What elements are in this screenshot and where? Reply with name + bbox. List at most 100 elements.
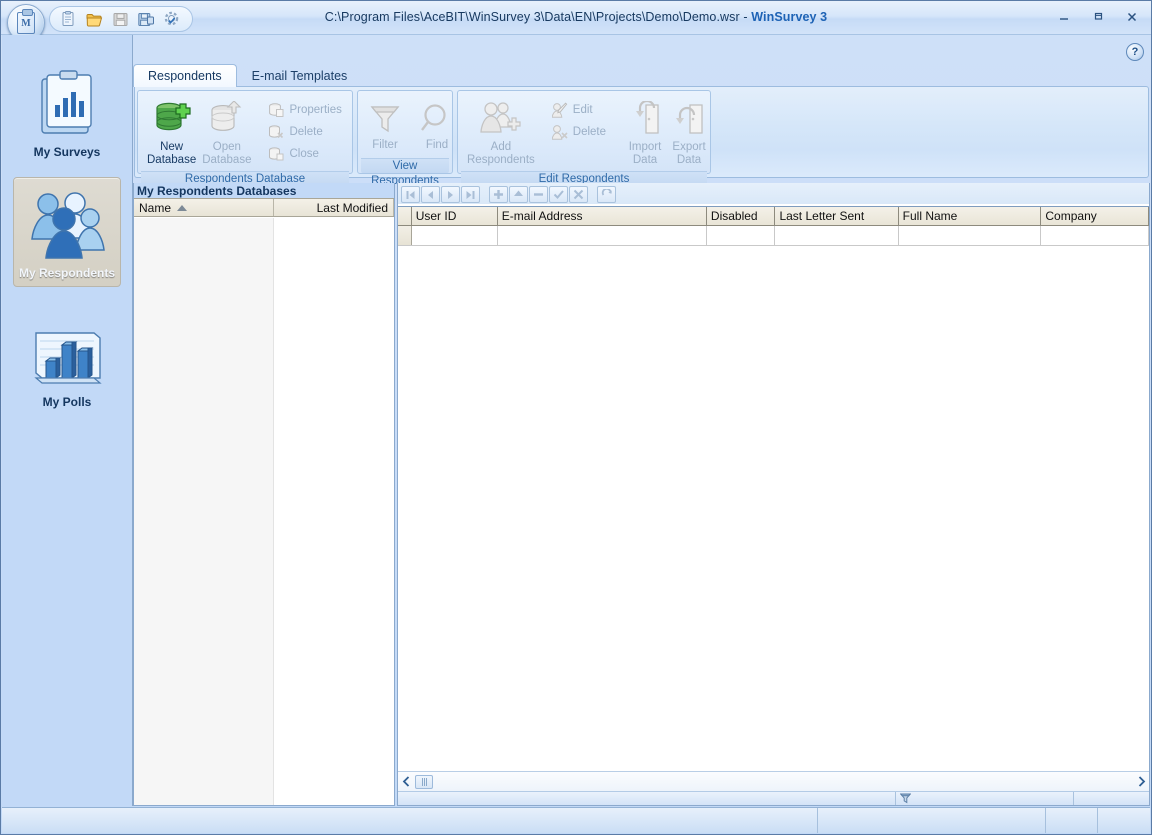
column-header-full-name[interactable]: Full Name: [899, 207, 1042, 225]
sidebar-item-label: My Respondents: [18, 266, 115, 280]
respondents-data-grid[interactable]: User ID E-mail Address Disabled Last Let…: [398, 206, 1149, 771]
window-title: C:\Program Files\AceBIT\WinSurvey 3\Data…: [1, 10, 1151, 24]
ribbon-tabs: Respondents E-mail Templates: [133, 63, 362, 87]
restore-button[interactable]: [1087, 7, 1109, 27]
minimize-button[interactable]: [1053, 7, 1075, 27]
edit-respondent-label: Edit: [572, 104, 593, 116]
column-header-label: Last Modified: [316, 200, 388, 215]
databases-list-name-column: [134, 218, 274, 805]
filter-bar-left-panel: [398, 792, 896, 805]
column-header-user-id[interactable]: User ID: [412, 207, 498, 225]
scrollbar-track[interactable]: [433, 773, 1133, 791]
export-data-button[interactable]: Export Data: [667, 97, 711, 169]
window-title-path: C:\Program Files\AceBIT\WinSurvey 3\Data…: [324, 10, 740, 24]
my-surveys-icon: [30, 67, 104, 141]
column-header-name[interactable]: Name: [134, 199, 274, 216]
title-bar: C:\Program Files\AceBIT\WinSurvey 3\Data…: [1, 1, 1151, 42]
grid-filter-bar: [398, 791, 1149, 805]
respondents-databases-panel: My Respondents Databases Name Last Modif…: [133, 183, 395, 806]
filter-bar-filter-panel[interactable]: [896, 792, 1074, 805]
tab-email-templates[interactable]: E-mail Templates: [237, 64, 363, 87]
window-controls: [1053, 7, 1143, 27]
status-panel-2: [818, 808, 1046, 833]
edit-respondents-small-buttons: Edit Delete: [548, 97, 613, 143]
column-header-label: Name: [139, 200, 172, 215]
databases-list-modified-column: [274, 218, 394, 805]
window-title-appname: WinSurvey 3: [751, 10, 828, 24]
database-close-label: Close: [289, 148, 319, 160]
edit-respondent-button[interactable]: Edit: [548, 99, 613, 121]
nav-delete-button[interactable]: [529, 186, 548, 203]
delete-respondent-button[interactable]: Delete: [548, 121, 613, 143]
nav-prior-button[interactable]: [421, 186, 440, 203]
grid-header-row: User ID E-mail Address Disabled Last Let…: [398, 207, 1149, 226]
find-label: Find: [425, 139, 449, 151]
column-header-last-modified[interactable]: Last Modified: [274, 199, 394, 216]
help-icon[interactable]: ?: [1126, 43, 1144, 61]
open-database-label: Open Database: [202, 141, 252, 166]
row-indicator: [398, 226, 412, 245]
cell-email-address[interactable]: [498, 226, 707, 245]
status-panel-1: [2, 808, 818, 833]
scroll-right-icon[interactable]: [1133, 773, 1149, 791]
column-header-disabled[interactable]: Disabled: [707, 207, 776, 225]
nav-next-button[interactable]: [441, 186, 460, 203]
import-data-button[interactable]: Import Data: [623, 97, 667, 169]
status-bar: [2, 807, 1150, 833]
cell-last-letter-sent[interactable]: [775, 226, 899, 245]
tab-respondents[interactable]: Respondents: [133, 64, 237, 87]
database-delete-button[interactable]: Delete: [264, 121, 348, 143]
sort-ascending-icon: [177, 204, 188, 211]
nav-refresh-button[interactable]: [597, 186, 616, 203]
grid-indicator-header: [398, 207, 412, 225]
filter-button[interactable]: Filter: [364, 97, 406, 155]
column-header-email-address[interactable]: E-mail Address: [498, 207, 707, 225]
ribbon-group-edit-respondents: Add Respondents Edit Delete Import Data …: [457, 90, 711, 186]
respondents-db-small-buttons: Properties Delete Close: [264, 97, 348, 165]
cell-full-name[interactable]: [899, 226, 1042, 245]
new-database-label: New Database: [147, 141, 197, 166]
filter-bar-right-panel: [1074, 792, 1149, 805]
new-database-button[interactable]: New Database: [144, 97, 199, 169]
nav-post-button[interactable]: [549, 186, 568, 203]
delete-respondent-label: Delete: [572, 126, 607, 138]
scroll-left-icon[interactable]: [398, 773, 414, 791]
status-panel-3: [1046, 808, 1098, 833]
ribbon-panel: New Database Open Database Properties De…: [134, 86, 1149, 187]
filter-label: Filter: [372, 139, 398, 151]
open-database-button[interactable]: Open Database: [199, 97, 254, 169]
cell-company[interactable]: [1041, 226, 1149, 245]
databases-list-header: Name Last Modified: [134, 198, 394, 217]
databases-list-body[interactable]: [134, 218, 394, 805]
ribbon-group-respondents-database: New Database Open Database Properties De…: [137, 90, 353, 186]
sidebar-item-my-surveys[interactable]: My Surveys: [13, 59, 121, 165]
nav-edit-button[interactable]: [509, 186, 528, 203]
nav-insert-button[interactable]: [489, 186, 508, 203]
my-polls-icon: [28, 325, 106, 391]
sidebar-item-my-respondents[interactable]: My Respondents: [13, 177, 121, 287]
close-button[interactable]: [1121, 7, 1143, 27]
nav-first-button[interactable]: [401, 186, 420, 203]
application-window: C:\Program Files\AceBIT\WinSurvey 3\Data…: [0, 0, 1152, 835]
column-header-last-letter-sent[interactable]: Last Letter Sent: [775, 207, 899, 225]
column-header-company[interactable]: Company: [1041, 207, 1149, 225]
database-close-button[interactable]: Close: [264, 143, 348, 165]
my-respondents-icon: [24, 186, 110, 262]
find-button[interactable]: Find: [416, 97, 458, 155]
database-properties-button[interactable]: Properties: [264, 99, 348, 121]
scrollbar-thumb[interactable]: [415, 774, 433, 789]
nav-last-button[interactable]: [461, 186, 480, 203]
horizontal-scrollbar[interactable]: [398, 771, 1149, 791]
cell-user-id[interactable]: [412, 226, 498, 245]
add-respondents-button[interactable]: Add Respondents: [464, 97, 538, 169]
sidebar-item-my-polls[interactable]: My Polls: [13, 317, 121, 415]
database-delete-label: Delete: [289, 126, 323, 138]
panel-title: My Respondents Databases: [134, 183, 394, 198]
ribbon: ? Respondents E-mail Templates New Datab…: [133, 35, 1150, 187]
table-row[interactable]: [398, 226, 1149, 246]
cell-disabled[interactable]: [707, 226, 776, 245]
nav-cancel-button[interactable]: [569, 186, 588, 203]
sidebar-item-label: My Surveys: [33, 145, 101, 159]
database-properties-label: Properties: [289, 104, 342, 116]
ribbon-group-title: View Respondents: [361, 158, 449, 187]
